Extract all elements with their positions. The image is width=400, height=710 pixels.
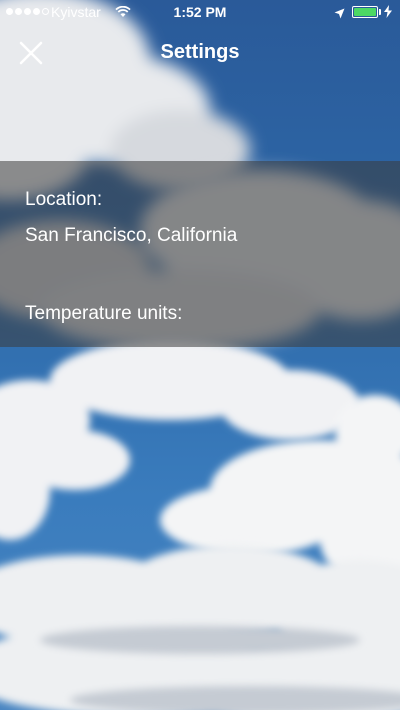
sky-background: [0, 0, 400, 710]
location-label: Location:: [25, 189, 103, 210]
temperature-units-label: Temperature units:: [25, 303, 183, 324]
charging-bolt-icon: [384, 5, 392, 21]
battery-tip: [379, 9, 381, 15]
settings-panel: Location: San Francisco, California Temp…: [0, 161, 400, 347]
location-arrow-icon: [334, 6, 345, 22]
page-title: Settings: [160, 41, 240, 63]
battery-level: [354, 8, 376, 16]
location-value[interactable]: San Francisco, California: [25, 225, 237, 247]
battery-icon: [352, 6, 378, 18]
status-bar: Kyivstar 1:52 PM: [0, 0, 400, 26]
